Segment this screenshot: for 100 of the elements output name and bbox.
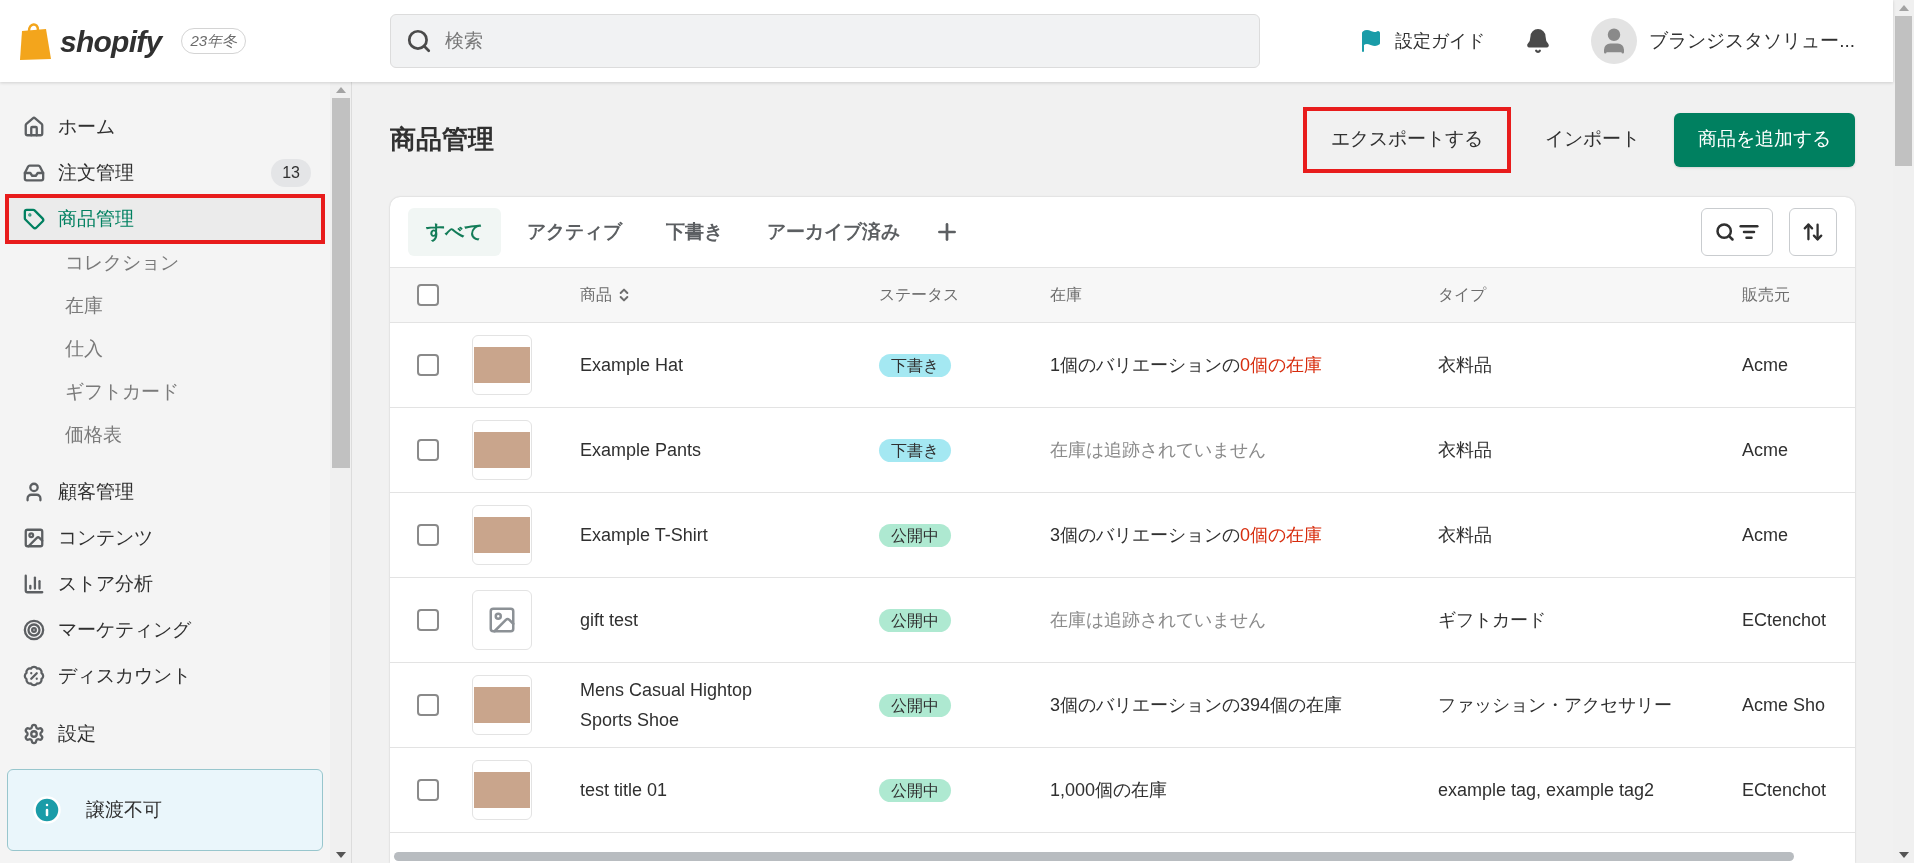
product-row[interactable]: Example Hat 下書き 1個のバリエーションの0個の在庫 衣料品 Acme	[390, 323, 1855, 408]
vendor-name: Acme	[1742, 523, 1789, 547]
sidebar-item[interactable]: 顧客管理	[7, 469, 323, 515]
sidebar-item[interactable]: ディスカウント	[7, 653, 323, 699]
sidebar-item[interactable]: 注文管理 13	[7, 150, 323, 196]
product-row[interactable]: gift test 公開中 在庫は追跡されていません ギフトカード ECtenchot	[390, 578, 1855, 663]
checkbox[interactable]	[417, 284, 439, 306]
notification-bell-icon[interactable]	[1525, 28, 1552, 54]
product-name[interactable]: test title 01	[580, 775, 780, 805]
sidebar-subitem[interactable]: ギフトカード	[7, 371, 323, 414]
sidebar-subitem[interactable]: 価格表	[7, 414, 323, 457]
home-icon	[23, 116, 45, 138]
checkbox[interactable]	[417, 524, 439, 546]
sidebar-scrollbar[interactable]	[330, 82, 352, 863]
column-header[interactable]: ステータス	[879, 283, 959, 307]
inventory-text: 在庫は追跡されていません	[1050, 438, 1267, 462]
shopping-bag-icon	[18, 21, 52, 61]
filter-icon	[1739, 222, 1759, 242]
sort-button[interactable]	[1789, 208, 1837, 256]
sidebar-subitem[interactable]: コレクション	[7, 242, 323, 285]
sidebar-item[interactable]: ホーム	[7, 104, 323, 150]
product-row[interactable]: Example Pants 下書き 在庫は追跡されていません 衣料品 Acme	[390, 408, 1855, 493]
product-name[interactable]: Example Pants	[580, 435, 780, 465]
checkbox[interactable]	[417, 439, 439, 461]
vendor-name: Acme Sho	[1742, 693, 1827, 717]
filter-tab[interactable]: 下書き	[648, 208, 741, 256]
scroll-down-arrow-icon[interactable]	[335, 852, 346, 858]
product-name[interactable]: Mens Casual Hightop Sports Shoe	[580, 675, 780, 735]
product-name[interactable]: Example T-Shirt	[580, 520, 780, 550]
scrollbar-thumb[interactable]	[1895, 16, 1912, 166]
sidebar-item[interactable]: 設定	[7, 711, 323, 757]
target-icon	[23, 619, 45, 641]
filter-tab[interactable]: アーカイブ済み	[749, 208, 918, 256]
action-button[interactable]: エクスポートする	[1303, 106, 1511, 173]
product-name[interactable]: Example Hat	[580, 350, 780, 380]
page-title: 商品管理	[390, 123, 495, 156]
product-name[interactable]: gift test	[580, 605, 780, 635]
vendor-name: ECtenchot	[1742, 778, 1828, 802]
account-menu[interactable]: ブランジスタソリュー...	[1591, 18, 1855, 64]
checkbox[interactable]	[417, 609, 439, 631]
column-header[interactable]: タイプ	[1438, 283, 1486, 307]
checkbox[interactable]	[417, 694, 439, 716]
sidebar-item[interactable]: ストア分析	[7, 561, 323, 607]
settings-icon	[23, 723, 45, 745]
avatar-icon	[1591, 18, 1638, 64]
search-filter-button[interactable]	[1701, 208, 1773, 256]
status-badge: 下書き	[879, 353, 951, 377]
product-row[interactable]: test title 01 公開中 1,000個の在庫 example tag, example tag2 ECtenchot	[390, 748, 1855, 833]
setup-guide-link[interactable]: 設定ガイド	[1359, 27, 1486, 55]
scroll-up-arrow-icon[interactable]	[335, 87, 346, 93]
notice-text: 譲渡不可	[86, 797, 162, 822]
sidebar-item[interactable]: マーケティング	[7, 607, 323, 653]
checkbox[interactable]	[417, 354, 439, 376]
inventory-text: 3個のバリエーションの0個の在庫	[1050, 523, 1324, 547]
status-badge: 下書き	[879, 438, 951, 462]
product-type: ファッション・アクセサリー	[1438, 693, 1673, 717]
inventory-text: 3個のバリエーションの394個の在庫	[1050, 693, 1344, 717]
vendor-name: Acme	[1742, 438, 1789, 462]
filter-tab[interactable]: アクティブ	[509, 208, 640, 256]
photo-placeholder	[474, 687, 530, 723]
product-type: 衣料品	[1438, 438, 1493, 462]
tag-icon	[23, 208, 45, 230]
column-header[interactable]: 販売元	[1742, 283, 1790, 307]
count-badge: 13	[271, 159, 311, 187]
product-type: 衣料品	[1438, 523, 1493, 547]
inventory-text: 1個のバリエーションの0個の在庫	[1050, 353, 1324, 377]
image-placeholder-icon	[487, 605, 517, 635]
image-icon	[23, 527, 45, 549]
product-type: ギフトカード	[1438, 608, 1547, 632]
sidebar-item[interactable]: コンテンツ	[7, 515, 323, 561]
info-icon	[32, 795, 62, 825]
status-badge: 公開中	[879, 608, 951, 632]
search-icon	[406, 28, 432, 54]
scroll-up-arrow-icon[interactable]	[1898, 5, 1909, 11]
column-header[interactable]: 商品	[580, 283, 612, 307]
product-row[interactable]: Mens Casual Hightop Sports Shoe 公開中 3個のバリエーションの394個の在庫 ファッション・アクセサリー Acme Sho	[390, 663, 1855, 748]
scroll-down-arrow-icon[interactable]	[1898, 852, 1909, 858]
inventory-text: 1,000個の在庫	[1050, 778, 1169, 802]
product-row[interactable]: Example T-Shirt 公開中 3個のバリエーションの0個の在庫 衣料品 Acme	[390, 493, 1855, 578]
inbox-icon	[23, 162, 45, 184]
horizontal-scrollbar[interactable]	[394, 852, 1794, 861]
product-type: example tag, example tag2	[1438, 778, 1656, 802]
bar-chart-icon	[23, 573, 45, 595]
sidebar-subitem[interactable]: 在庫	[7, 285, 323, 328]
column-header[interactable]: 在庫	[1050, 283, 1082, 307]
vendor-name: ECtenchot	[1742, 608, 1828, 632]
checkbox[interactable]	[417, 779, 439, 801]
product-type: 衣料品	[1438, 353, 1493, 377]
sidebar-item[interactable]: 商品管理	[7, 196, 323, 242]
photo-placeholder	[474, 347, 530, 383]
primary-button[interactable]: 商品を追加する	[1674, 112, 1855, 167]
filter-tab[interactable]: すべて	[408, 208, 501, 256]
search-field[interactable]: 検索	[390, 14, 1260, 68]
scrollbar-thumb[interactable]	[331, 98, 350, 468]
action-button[interactable]: インポート	[1527, 112, 1658, 167]
discount-icon	[23, 665, 45, 687]
photo-placeholder	[474, 432, 530, 468]
sidebar-subitem[interactable]: 仕入	[7, 328, 323, 371]
photo-placeholder	[474, 517, 530, 553]
status-badge: 公開中	[879, 693, 951, 717]
